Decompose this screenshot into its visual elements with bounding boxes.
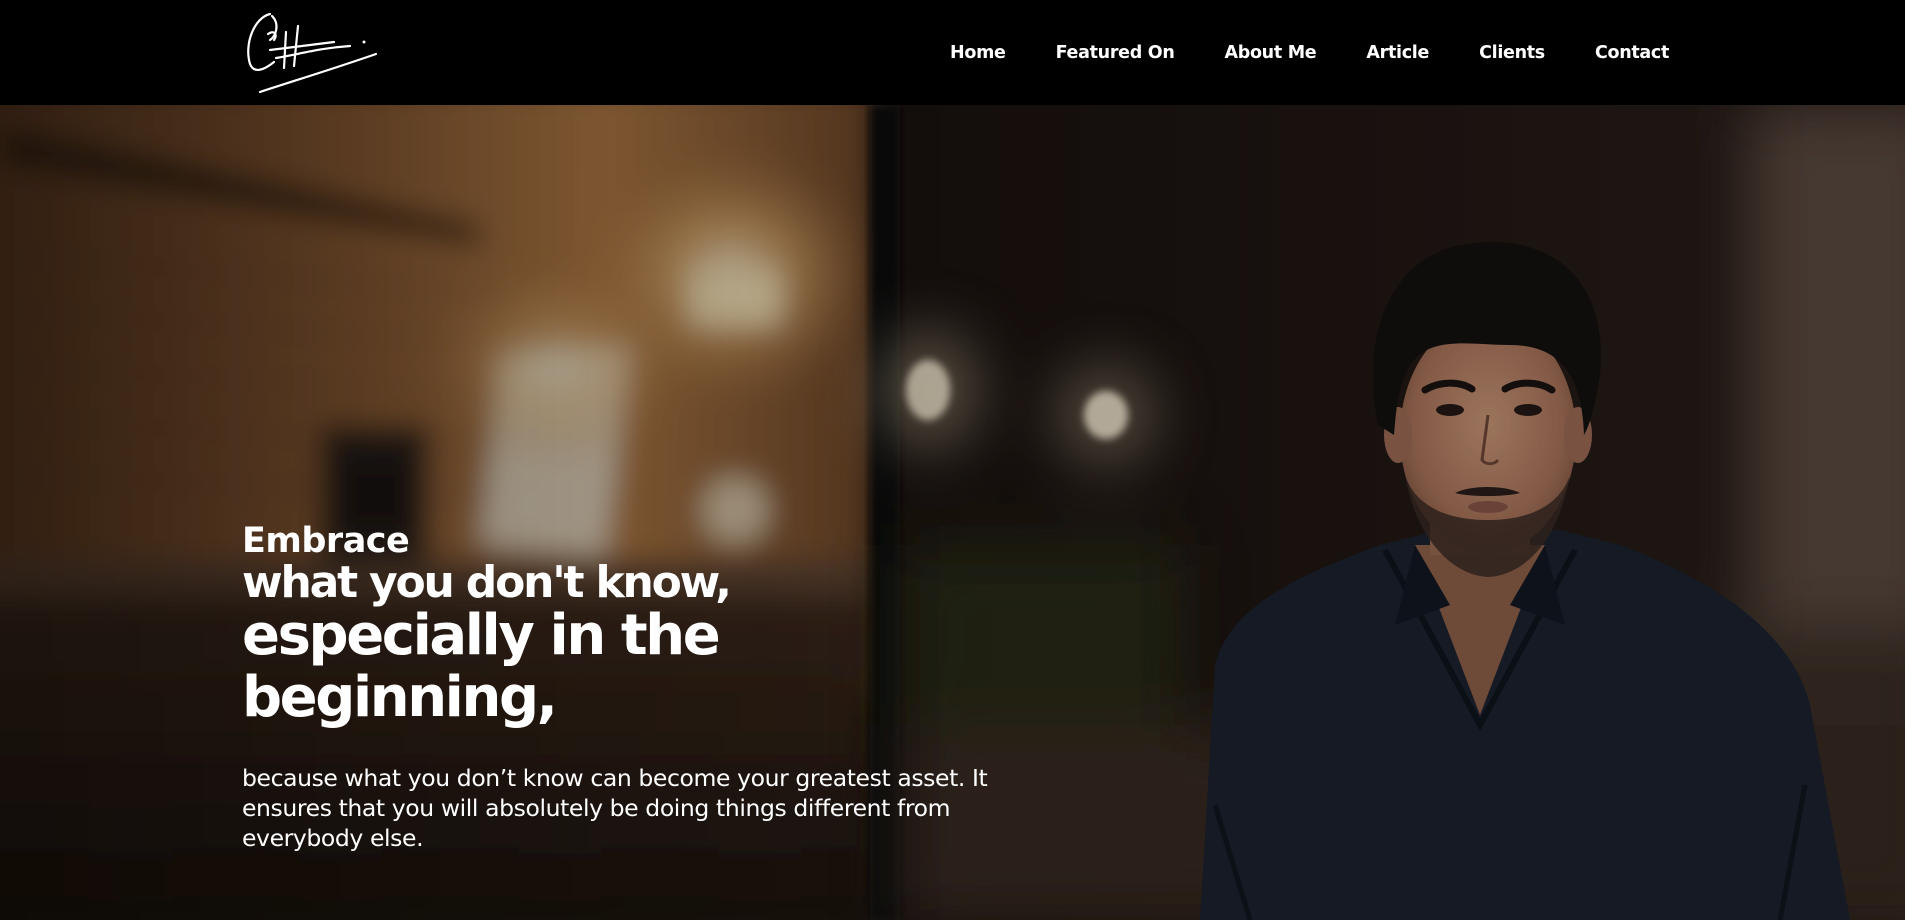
site-header: Home Featured On About Me Article Client…: [0, 0, 1905, 105]
page: Home Featured On About Me Article Client…: [0, 0, 1905, 920]
nav-about-me[interactable]: About Me: [1199, 43, 1341, 63]
nav-contact[interactable]: Contact: [1570, 43, 1694, 63]
signature-logo-icon: [247, 12, 378, 94]
nav-article[interactable]: Article: [1341, 43, 1454, 63]
hero-heading-line-2: what you don't know,: [242, 557, 732, 608]
main-nav: Home Featured On About Me Article Client…: [925, 0, 1694, 105]
signature-logo[interactable]: [240, 4, 380, 98]
hero-body-text: because what you don’t know can become y…: [242, 764, 988, 852]
hero-section: Embrace what you don't know, especially …: [0, 105, 1905, 920]
hero-text-block: Embrace what you don't know, especially …: [242, 521, 1022, 877]
hero-heading-line-3: especially in the beginning,: [242, 603, 721, 730]
hero-heading-line-1: Embrace: [242, 521, 410, 561]
nav-featured-on[interactable]: Featured On: [1031, 43, 1200, 63]
nav-home[interactable]: Home: [925, 43, 1031, 63]
nav-clients[interactable]: Clients: [1454, 43, 1570, 63]
